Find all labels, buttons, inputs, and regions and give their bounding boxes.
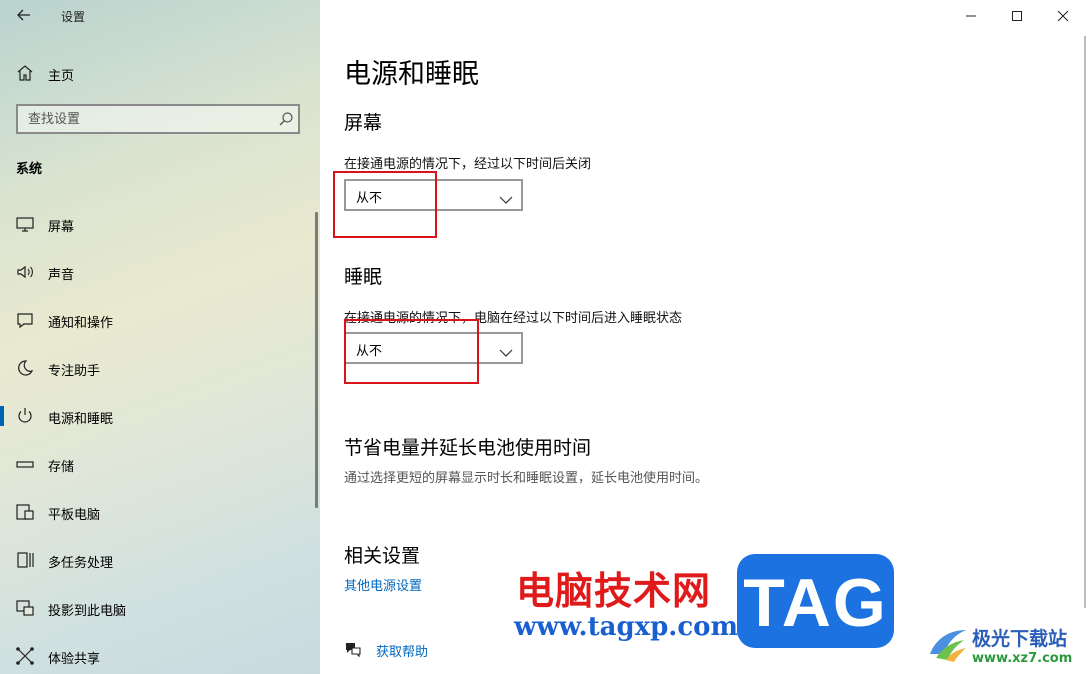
watermark-site-name: 电脑技术网 — [516, 569, 712, 613]
tablet-icon — [15, 502, 35, 522]
tag-logo: TAG — [737, 554, 894, 648]
search-box[interactable] — [16, 104, 300, 134]
sidebar-item-label: 电源和睡眠 — [48, 412, 114, 427]
screen-heading: 屏幕 — [344, 112, 383, 134]
battery-heading: 节省电量并延长电池使用时间 — [344, 437, 592, 459]
battery-description: 通过选择更短的屏幕显示时长和睡眠设置，延长电池使用时间。 — [344, 471, 709, 486]
additional-power-settings-link[interactable]: 其他电源设置 — [344, 575, 422, 594]
sidebar-item-projecting[interactable]: 投影到此电脑 — [0, 588, 316, 628]
screen-description: 在接通电源的情况下，经过以下时间后关闭 — [344, 157, 592, 172]
chevron-down-icon — [499, 190, 513, 204]
section-title: 系统 — [16, 162, 43, 177]
projection-icon — [15, 598, 35, 618]
aurora-logo-icon — [926, 624, 970, 664]
watermark-xz-url: www.xz7.com — [972, 651, 1073, 666]
moon-icon — [15, 358, 35, 378]
sidebar-item-display[interactable]: 屏幕 — [0, 204, 316, 244]
highlight-box — [344, 319, 479, 384]
sidebar-item-power-sleep[interactable]: 电源和睡眠 — [0, 396, 316, 436]
speaker-icon — [15, 262, 35, 282]
sidebar-item-notifications[interactable]: 通知和操作 — [0, 300, 316, 340]
sidebar-item-label: 平板电脑 — [48, 508, 101, 523]
sidebar-item-multitasking[interactable]: 多任务处理 — [0, 540, 316, 580]
storage-icon — [15, 454, 35, 474]
related-settings-heading: 相关设置 — [344, 545, 421, 567]
watermark-site-url: www.tagxp.com — [514, 612, 739, 642]
watermark-xz-name: 极光下载站 — [972, 628, 1068, 650]
sidebar-item-label: 体验共享 — [48, 652, 101, 667]
sidebar-item-storage[interactable]: 存储 — [0, 444, 316, 484]
multitask-icon — [15, 550, 35, 570]
sidebar-item-label: 投影到此电脑 — [48, 604, 127, 619]
sidebar-item-label: 存储 — [48, 460, 75, 475]
selected-indicator — [0, 406, 4, 426]
home-icon — [15, 63, 35, 83]
tag-logo-text: TAG — [743, 565, 888, 641]
search-icon[interactable] — [278, 111, 294, 127]
window-title: 设置 — [61, 10, 86, 24]
highlight-box — [333, 171, 437, 238]
page-title: 电源和睡眠 — [344, 59, 479, 90]
content-scrollbar[interactable] — [1084, 36, 1086, 608]
home-nav-item[interactable]: 主页 — [0, 60, 320, 86]
sidebar-item-label: 屏幕 — [48, 220, 75, 235]
sidebar-item-sound[interactable]: 声音 — [0, 252, 316, 292]
sidebar-scrollbar[interactable] — [315, 212, 318, 508]
help-icon — [344, 640, 362, 658]
chevron-down-icon — [499, 343, 513, 357]
sidebar-item-label: 多任务处理 — [48, 556, 114, 571]
sidebar-item-tablet[interactable]: 平板电脑 — [0, 492, 316, 532]
power-icon — [15, 406, 35, 426]
get-help-label: 获取帮助 — [376, 645, 429, 660]
sleep-heading: 睡眠 — [344, 266, 383, 288]
home-label: 主页 — [48, 69, 75, 84]
sidebar: 设置 主页 系统 屏幕 声音 通知和操作 专注助手 电源和睡眠 存储 — [0, 0, 320, 674]
search-input[interactable] — [18, 106, 278, 132]
monitor-icon — [15, 214, 35, 234]
back-arrow-icon[interactable] — [12, 5, 36, 27]
sidebar-item-focus-assist[interactable]: 专注助手 — [0, 348, 316, 388]
sidebar-item-shared-experiences[interactable]: 体验共享 — [0, 636, 316, 674]
share-icon — [15, 646, 35, 666]
close-button[interactable] — [1040, 0, 1086, 32]
minimize-button[interactable] — [948, 0, 994, 32]
maximize-button[interactable] — [994, 0, 1040, 32]
sidebar-item-label: 专注助手 — [48, 364, 101, 379]
sidebar-item-label: 声音 — [48, 268, 75, 283]
sidebar-item-label: 通知和操作 — [48, 316, 114, 331]
notification-icon — [15, 310, 35, 330]
